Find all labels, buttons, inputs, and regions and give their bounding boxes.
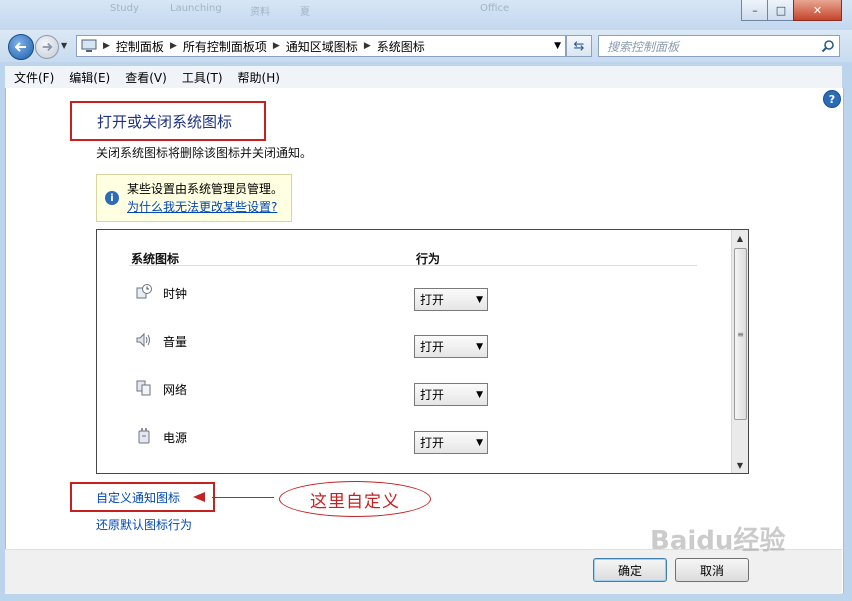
volume-icon: [136, 332, 150, 348]
menu-edit[interactable]: 编辑(E): [69, 69, 110, 86]
info-text: 某些设置由系统管理员管理。: [127, 182, 284, 196]
behavior-select-volume[interactable]: 打开 ▼: [414, 335, 488, 358]
row-label-volume: 音量: [163, 335, 188, 349]
info-icon: i: [105, 191, 119, 205]
breadcrumb-item[interactable]: 所有控制面板项: [183, 38, 267, 55]
chevron-right-icon[interactable]: ▶: [364, 41, 371, 51]
title-highlight-box: 打开或关闭系统图标: [70, 101, 266, 141]
header-divider: [129, 265, 697, 266]
watermark-text: Baidu经验: [650, 526, 786, 556]
maximize-button[interactable]: □: [767, 0, 795, 21]
search-input[interactable]: 搜索控制面板: [598, 35, 840, 57]
ghost-taskbar-item: 资料: [250, 7, 270, 18]
address-bar[interactable]: ▶ 控制面板 ▶ 所有控制面板项 ▶ 通知区域图标 ▶ 系统图标 ▼: [76, 35, 566, 57]
recent-pages-dropdown-icon[interactable]: ▼: [61, 41, 67, 50]
breadcrumb-item[interactable]: 系统图标: [377, 38, 425, 55]
search-placeholder: 搜索控制面板: [607, 39, 680, 54]
menu-bar: 文件(F) 编辑(E) 查看(V) 工具(T) 帮助(H): [5, 66, 842, 89]
ghost-taskbar-item: 夏: [300, 7, 310, 18]
restore-default-behavior-link[interactable]: 还原默认图标行为: [96, 516, 192, 533]
annotation-arrow-icon: [193, 492, 205, 502]
row-label-network: 网络: [163, 383, 188, 397]
chevron-down-icon: ▼: [476, 294, 483, 305]
info-link[interactable]: 为什么我无法更改某些设置?: [127, 198, 277, 215]
power-icon: [138, 428, 150, 444]
minimize-icon: –: [752, 3, 758, 17]
clock-icon: [136, 284, 152, 299]
forward-button[interactable]: [35, 35, 59, 59]
close-icon: ✕: [812, 3, 823, 17]
ghost-taskbar-item: Office: [480, 3, 510, 14]
scroll-up-icon[interactable]: ▲: [732, 230, 748, 246]
address-dropdown-icon[interactable]: ▼: [554, 41, 561, 51]
select-value: 打开: [420, 293, 445, 307]
breadcrumb-item[interactable]: 通知区域图标: [286, 38, 358, 55]
refresh-button[interactable]: ⇆: [566, 35, 592, 57]
back-button[interactable]: [8, 34, 34, 60]
refresh-icon: ⇆: [573, 38, 585, 54]
annotation-text: 这里自定义: [310, 491, 400, 512]
scroll-thumb[interactable]: ≡: [734, 248, 747, 420]
baidu-watermark-logo: Baidu经验: [650, 520, 785, 557]
forward-arrow-icon: [42, 42, 53, 52]
ghost-taskbar-item: Study: [110, 3, 139, 14]
admin-info-banner: i 某些设置由系统管理员管理。 为什么我无法更改某些设置?: [96, 174, 292, 222]
help-icon[interactable]: ?: [823, 90, 841, 108]
ok-button[interactable]: 确定: [593, 558, 667, 582]
ghost-taskbar-item: Launching: [170, 3, 222, 14]
chevron-right-icon[interactable]: ▶: [170, 41, 177, 51]
breadcrumb-item[interactable]: 控制面板: [116, 38, 164, 55]
chevron-down-icon: ▼: [476, 389, 483, 400]
back-arrow-icon: [14, 42, 26, 52]
menu-help[interactable]: 帮助(H): [238, 69, 280, 86]
chevron-right-icon[interactable]: ▶: [273, 41, 280, 51]
chevron-right-icon: ▶: [103, 41, 110, 51]
row-label-clock: 时钟: [163, 287, 188, 301]
system-icons-list: 系统图标 行为 时钟 打开 ▼ 音量 打开 ▼ 网络 打开 ▼ 电源 打开 ▼ ▲ ≡ …: [96, 229, 749, 474]
search-icon[interactable]: [821, 39, 835, 53]
select-value: 打开: [420, 436, 445, 450]
row-label-power: 电源: [163, 431, 188, 445]
menu-view[interactable]: 查看(V): [125, 69, 167, 86]
chevron-down-icon: ▼: [476, 341, 483, 352]
network-icon: [136, 380, 151, 396]
page-title: 打开或关闭系统图标: [97, 112, 233, 131]
menu-file[interactable]: 文件(F): [14, 69, 54, 86]
cancel-button[interactable]: 取消: [675, 558, 749, 582]
page-description: 关闭系统图标将删除该图标并关闭通知。: [96, 146, 313, 160]
select-value: 打开: [420, 388, 445, 402]
chevron-down-icon: ▼: [476, 437, 483, 448]
annotation-arrow-line: [212, 497, 274, 498]
close-button[interactable]: ✕: [793, 0, 842, 21]
control-panel-icon: [81, 39, 97, 52]
maximize-icon: □: [775, 3, 787, 17]
annotation-callout: 这里自定义: [279, 481, 431, 517]
behavior-select-power[interactable]: 打开 ▼: [414, 431, 488, 454]
customize-notification-icons-link[interactable]: 自定义通知图标: [96, 489, 180, 506]
vertical-scrollbar[interactable]: ▲ ≡ ▼: [731, 230, 748, 473]
menu-tools[interactable]: 工具(T): [182, 69, 223, 86]
select-value: 打开: [420, 340, 445, 354]
behavior-select-network[interactable]: 打开 ▼: [414, 383, 488, 406]
minimize-button[interactable]: –: [741, 0, 769, 21]
behavior-select-clock[interactable]: 打开 ▼: [414, 288, 488, 311]
scroll-down-icon[interactable]: ▼: [732, 457, 748, 473]
